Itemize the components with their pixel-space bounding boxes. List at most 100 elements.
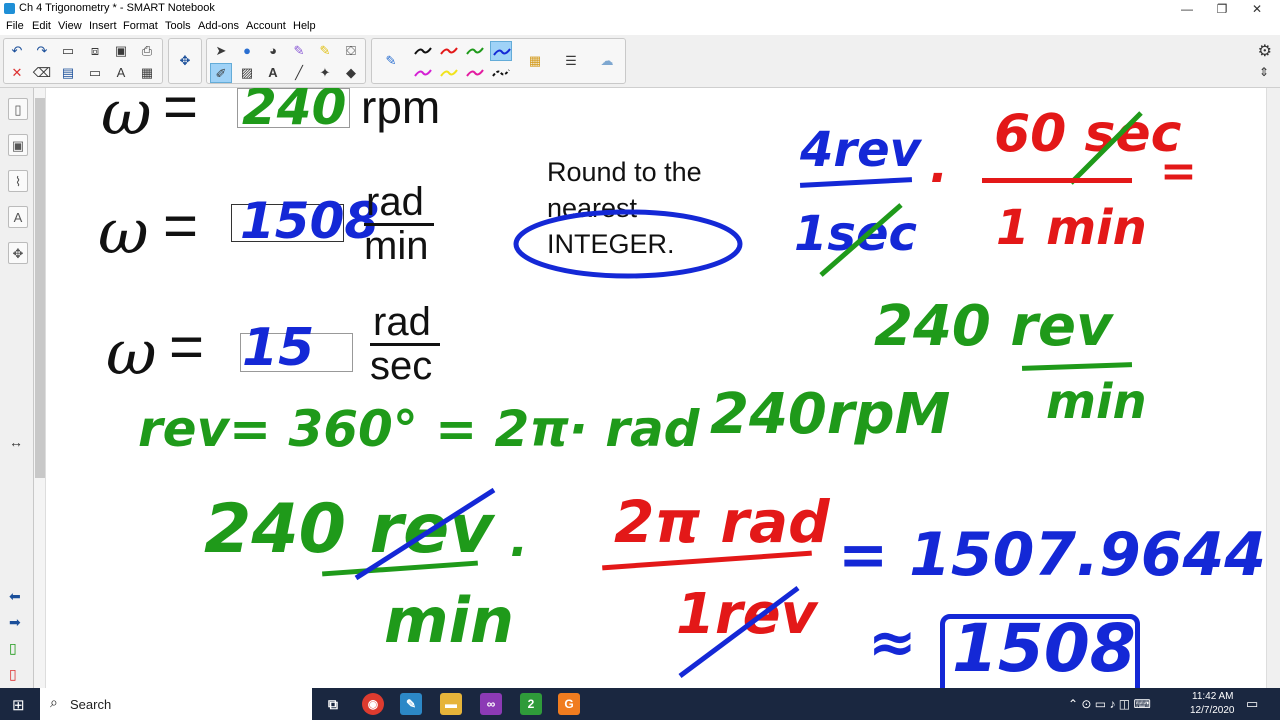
shapes-icon[interactable]: ● [236, 41, 258, 61]
creative-pen-icon[interactable]: ✎ [288, 41, 310, 61]
chrome-icon[interactable]: ◉ [362, 693, 384, 715]
maximize-icon[interactable]: ❐ [1205, 0, 1239, 18]
text-icon[interactable]: A [262, 63, 284, 83]
toolbar-move-icon[interactable]: ⇕ [1259, 65, 1269, 79]
save-icon[interactable]: ▤ [57, 63, 79, 83]
document-camera-icon[interactable]: ▦ [136, 63, 158, 83]
pen-tool-icon[interactable]: ✐ [210, 63, 232, 83]
pen-green[interactable] [464, 41, 486, 61]
clear-ink-icon[interactable]: ⌫ [31, 63, 53, 83]
windows-start-icon[interactable]: ⊞ [12, 696, 25, 714]
ink-rev-equation: rev= 360° = 2π· rad [138, 400, 700, 458]
canvas-scrollbar[interactable] [1266, 88, 1280, 688]
eraser-pattern-icon[interactable]: ▨ [236, 63, 258, 83]
notebook-canvas[interactable]: ω = 240 rpm ω = 1508 rad min ω = 15 rad … [46, 88, 1266, 688]
omega-symbol-1: ω [101, 88, 152, 149]
fill-effects-icon[interactable]: ☁ [596, 51, 618, 71]
display-icon[interactable]: ▣ [110, 41, 132, 61]
eraser-icon[interactable]: ◆ [340, 63, 362, 83]
delete-icon[interactable]: ✕ [6, 63, 28, 83]
side-scroll-thumb[interactable] [35, 98, 45, 478]
unit-min-1: min [364, 224, 429, 268]
page-sorter-icon[interactable]: ▯ [8, 98, 28, 120]
ink-fraction-bar-green-1 [1021, 362, 1133, 371]
screen-capture-icon[interactable]: ⧈ [84, 41, 106, 61]
add-page-icon[interactable]: ▯ [9, 640, 17, 657]
menu-help[interactable]: Help [293, 20, 316, 32]
onenote-icon[interactable]: ∞ [480, 693, 502, 715]
text-recognize-icon[interactable]: A [110, 63, 132, 83]
fill-icon[interactable]: ◕ [262, 41, 284, 61]
puzzle-icon[interactable]: ✥ [174, 51, 196, 71]
ink-dot-1: · [928, 150, 947, 206]
page-icon[interactable]: ⎙ [136, 41, 158, 61]
properties-icon[interactable]: A [8, 206, 28, 228]
pen-type-icon[interactable]: ✎ [380, 51, 402, 71]
menu-account[interactable]: Account [246, 20, 286, 32]
gallery-icon[interactable]: ▣ [8, 134, 28, 156]
omega-symbol-3: ω [106, 316, 157, 389]
toolbar-group-pens: ✎ ▦ ☰ ☁ [371, 38, 626, 84]
file-explorer-icon[interactable]: ▬ [440, 693, 462, 715]
omega-symbol-2: ω [98, 195, 149, 268]
delete-page-icon[interactable]: ▯ [9, 666, 17, 683]
gear-icon[interactable]: ⚙ [1258, 41, 1272, 61]
notifications-icon[interactable]: ▭ [1246, 696, 1258, 712]
ink-approx: ≈ [868, 608, 917, 676]
app-icon [4, 3, 15, 14]
answer-1-ink: 240 [242, 88, 347, 136]
app-2-icon[interactable]: 2 [520, 693, 542, 715]
toolbar-group-tools: ➤ ● ◕ ✎ ✎ ⛋ ✐ ▨ A ╱ ✦ ◆ [206, 38, 366, 84]
menu-edit[interactable]: Edit [32, 20, 51, 32]
ink-cancel-sec-right [1069, 111, 1143, 185]
menu-tools[interactable]: Tools [165, 20, 191, 32]
pen-black[interactable] [412, 41, 434, 61]
menu-format[interactable]: Format [123, 20, 158, 32]
answer-2-ink: 1508 [240, 192, 380, 250]
ink-min-1: min [1046, 374, 1147, 430]
ink-fraction-bar-blue [799, 177, 913, 188]
previous-page-icon[interactable]: ⬅ [9, 588, 21, 605]
app-g-icon[interactable]: G [558, 693, 580, 715]
side-scrollbar[interactable] [34, 88, 46, 688]
title-bar: Ch 4 Trigonometry * - SMART Notebook — ❐… [0, 0, 1280, 18]
pen-dashed[interactable] [490, 63, 512, 83]
menu-view[interactable]: View [58, 20, 82, 32]
pen-yellow[interactable] [438, 63, 460, 83]
select-icon[interactable]: ➤ [210, 41, 232, 61]
minimize-icon[interactable]: — [1170, 0, 1204, 18]
close-icon[interactable]: ✕ [1240, 0, 1274, 18]
screen-shade-icon[interactable]: ▭ [84, 63, 106, 83]
undo-icon[interactable]: ↶ [6, 41, 28, 61]
line-style-icon[interactable]: ☰ [560, 51, 582, 71]
magic-pen-icon[interactable]: ✦ [314, 63, 336, 83]
attachments-icon[interactable]: ⌇ [8, 170, 28, 192]
pen-red[interactable] [438, 41, 460, 61]
color-palette-icon[interactable]: ▦ [524, 51, 546, 71]
redo-icon[interactable]: ↷ [31, 41, 53, 61]
toolbar-group-file: ↶ ↷ ▭ ⧈ ▣ ⎙ ✕ ⌫ ▤ ▭ A ▦ [3, 38, 163, 84]
unit-rad-1: rad [366, 180, 424, 224]
ink-240rev: 240 rev [874, 294, 1113, 359]
open-folder-icon[interactable]: ▭ [57, 41, 79, 61]
taskbar-search[interactable]: ⌕ Search [40, 688, 312, 720]
menu-bar: File Edit View Insert Format Tools Add-o… [0, 18, 1280, 35]
pen-blue[interactable] [490, 41, 512, 61]
menu-insert[interactable]: Insert [89, 20, 117, 32]
pen-pink[interactable] [464, 63, 486, 83]
highlighter-icon[interactable]: ✎ [314, 41, 336, 61]
line-icon[interactable]: ╱ [288, 63, 310, 83]
ink-240rpm: 240rpM [710, 382, 951, 447]
tray-icons[interactable]: ⌃ ⊙ ▭ ♪ ◫ ⌨ [1068, 697, 1151, 711]
next-page-icon[interactable]: ➡ [9, 614, 21, 631]
paint-bucket-icon[interactable]: ⛋ [340, 41, 362, 61]
pen-magenta[interactable] [412, 63, 434, 83]
menu-file[interactable]: File [6, 20, 24, 32]
smart-notebook-icon[interactable]: ✎ [400, 693, 422, 715]
addons-tab-icon[interactable]: ✥ [8, 242, 28, 264]
resize-panel-icon[interactable]: ↔ [9, 434, 23, 450]
search-icon: ⌕ [50, 694, 58, 710]
ink-2pi-rad: 2π rad [614, 488, 830, 556]
task-view-icon[interactable]: ⧉ [322, 693, 344, 715]
menu-addons[interactable]: Add-ons [198, 20, 239, 32]
